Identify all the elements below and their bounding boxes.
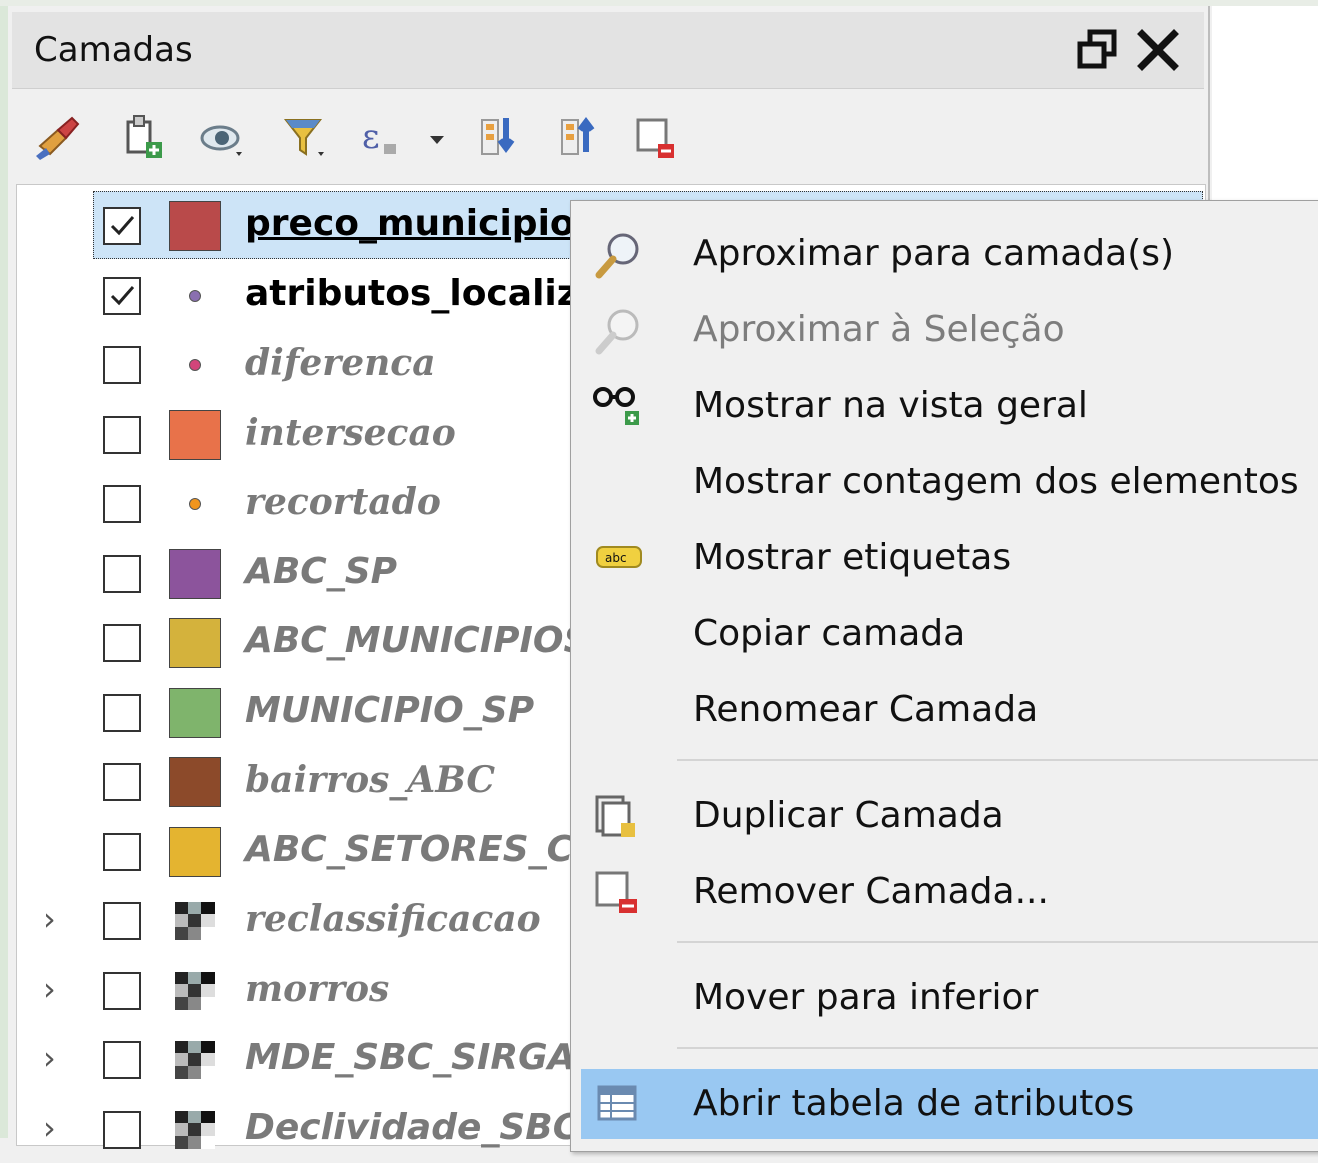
layer-visibility-checkbox[interactable] (103, 902, 141, 940)
menu-item-label: Mover para inferior (693, 977, 1039, 1018)
layer-name: atributos_localizac (245, 272, 624, 314)
menu-item-label: Aproximar à Seleção (693, 309, 1065, 350)
expand-all-icon[interactable] (476, 112, 526, 166)
layer-visibility-checkbox[interactable] (103, 346, 141, 384)
point-symbol-icon (189, 359, 201, 371)
layer-name: ABC_MUNICIPIOS (245, 620, 590, 661)
expression-filter-icon[interactable]: ε (358, 112, 408, 166)
menu-item-aproximar-para-camada-s[interactable]: Aproximar para camada(s) (571, 219, 1318, 289)
layer-visibility-checkbox[interactable] (103, 207, 141, 245)
remove-layer-icon (591, 867, 647, 919)
menu-item-remover-camada[interactable]: Remover Camada... (571, 857, 1318, 927)
menu-item-label: Abrir tabela de atributos (693, 1083, 1135, 1124)
expand-chevron-icon[interactable]: › (43, 970, 56, 1008)
raster-layer-icon (175, 971, 215, 1010)
labels-abc-icon: abc (591, 533, 647, 585)
layer-visibility-checkbox[interactable] (103, 485, 141, 523)
style-brush-icon[interactable] (32, 112, 82, 166)
layer-name: Declividade_SBC (245, 1106, 580, 1148)
layer-visibility-checkbox[interactable] (103, 763, 141, 801)
menu-item-aproximar-a-selecao[interactable]: Aproximar à Seleção (571, 295, 1318, 365)
layer-visibility-checkbox[interactable] (103, 1110, 141, 1149)
layer-name: MDE_SBC_SIRGAS (245, 1037, 602, 1078)
expression-dropdown-icon[interactable] (426, 112, 450, 166)
point-symbol-icon (189, 498, 201, 510)
menu-item-label: Renomear Camada (693, 689, 1039, 730)
raster-layer-icon (175, 902, 215, 940)
layer-visibility-checkbox[interactable] (103, 1041, 141, 1079)
panel-title: Camadas (34, 30, 193, 70)
layers-toolbar: ε (28, 106, 728, 176)
filter-funnel-icon[interactable] (280, 112, 330, 166)
menu-item-label: Remover Camada... (693, 871, 1049, 912)
layer-name: recortado (245, 481, 441, 523)
menu-item-label: Aproximar para camada(s) (693, 233, 1175, 274)
layer-name: MUNICIPIO_SP (245, 689, 535, 731)
layer-name: intersecao (245, 411, 456, 454)
float-panel-icon[interactable] (1076, 28, 1120, 72)
polygon-symbol-swatch (169, 548, 221, 599)
polygon-symbol-swatch (169, 757, 221, 807)
zoom-to-layer-icon (591, 229, 647, 281)
menu-item-renomear-camada[interactable]: Renomear Camada (571, 675, 1318, 745)
menu-item-abrir-tabela-de-atributos[interactable]: Abrir tabela de atributos (581, 1069, 1318, 1139)
menu-item-label: Copiar camada (693, 613, 966, 654)
attribute-table-icon (591, 1079, 647, 1131)
menu-item-label: Mostrar na vista geral (693, 385, 1088, 426)
layer-visibility-checkbox[interactable] (103, 554, 141, 593)
layer-name: ABC_SETORES_CE (245, 828, 598, 870)
layer-visibility-checkbox[interactable] (103, 415, 141, 454)
menu-item-mostrar-contagem-dos-elementos[interactable]: Mostrar contagem dos elementos (571, 447, 1318, 517)
raster-layer-icon (175, 1110, 215, 1149)
layer-name: morros (245, 967, 390, 1010)
menu-item-label: Duplicar Camada (693, 795, 1004, 836)
zoom-to-selection-icon (591, 305, 647, 357)
layer-visibility-checkbox[interactable] (103, 832, 141, 871)
expand-chevron-icon[interactable]: › (43, 1039, 56, 1077)
add-group-icon[interactable] (118, 112, 168, 166)
menu-item-label: Mostrar etiquetas (693, 537, 1012, 578)
expand-chevron-icon[interactable]: › (43, 1109, 56, 1147)
menu-item-mostrar-na-vista-geral[interactable]: Mostrar na vista geral (571, 371, 1318, 441)
menu-item-duplicar-camada[interactable]: Duplicar Camada (571, 781, 1318, 851)
layer-name: diferenca (245, 342, 436, 384)
panel-title-bar: Camadas (12, 12, 1204, 89)
menu-separator (677, 759, 1318, 761)
polygon-symbol-swatch (169, 618, 221, 668)
menu-item-copiar-camada[interactable]: Copiar camada (571, 599, 1318, 669)
polygon-symbol-swatch (169, 201, 221, 251)
collapse-all-icon[interactable] (556, 112, 606, 166)
close-panel-icon[interactable] (1136, 28, 1180, 72)
point-symbol-icon (189, 289, 201, 302)
polygon-symbol-swatch (169, 687, 221, 738)
remove-layer-icon[interactable] (632, 112, 682, 166)
raster-layer-icon (175, 1041, 215, 1079)
layer-name: preco_municipio (245, 203, 575, 244)
context-menu: Aproximar para camada(s) Aproximar à Sele… (570, 200, 1318, 1152)
layer-name: reclassificacao (245, 898, 541, 940)
layer-visibility-checkbox[interactable] (103, 624, 141, 662)
menu-separator (677, 941, 1318, 943)
menu-item-label: Mostrar contagem dos elementos (693, 461, 1299, 502)
menu-item-mover-para-inferior[interactable]: Mover para inferior (571, 963, 1318, 1033)
menu-item-mostrar-etiquetas[interactable]: abc Mostrar etiquetas (571, 523, 1318, 593)
layer-visibility-checkbox[interactable] (103, 276, 141, 315)
duplicate-layer-icon (591, 791, 647, 843)
layer-visibility-checkbox[interactable] (103, 693, 141, 732)
menu-separator (677, 1047, 1318, 1049)
polygon-symbol-swatch (169, 826, 221, 877)
polygon-symbol-swatch (169, 409, 221, 460)
overview-glasses-icon (591, 381, 647, 433)
layer-name: ABC_SP (245, 550, 398, 592)
visibility-eye-icon[interactable] (198, 112, 248, 166)
expand-chevron-icon[interactable]: › (43, 900, 56, 938)
window-edge (0, 0, 8, 1138)
svg-text:abc: abc (605, 551, 627, 565)
layer-visibility-checkbox[interactable] (103, 971, 141, 1010)
layer-name: bairros_ABC (245, 759, 496, 801)
svg-text:ε: ε (362, 117, 380, 157)
